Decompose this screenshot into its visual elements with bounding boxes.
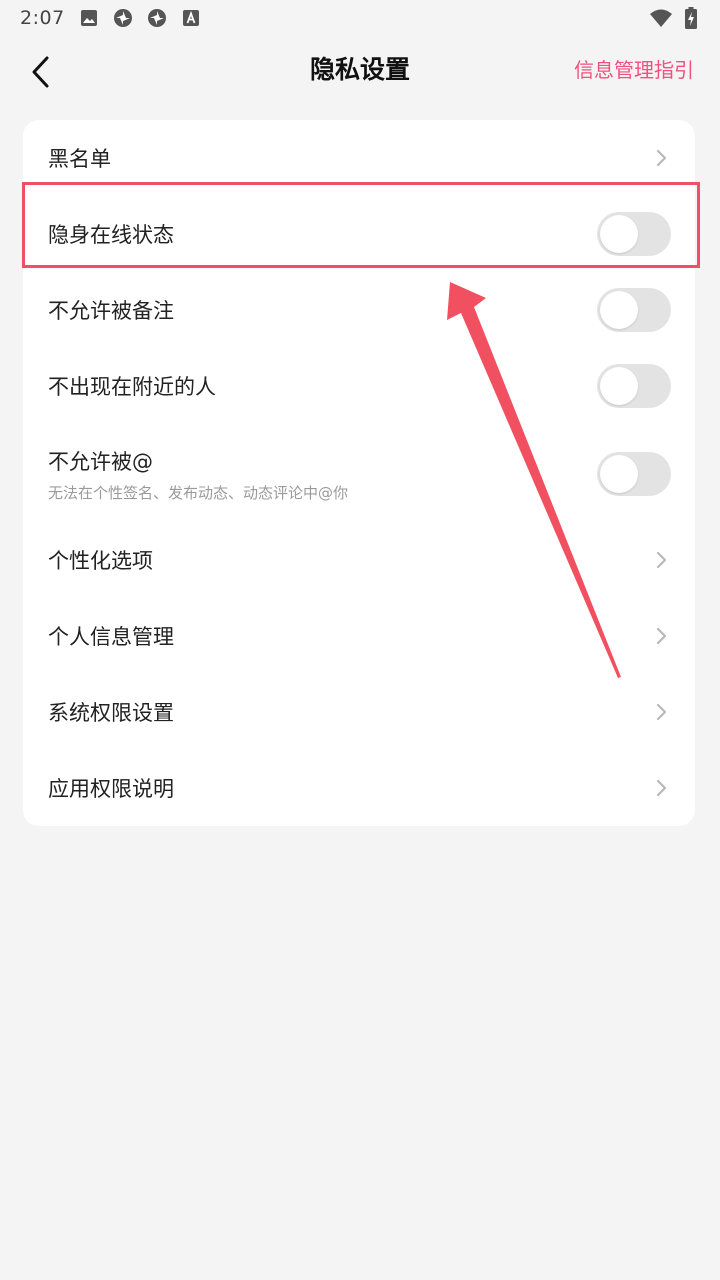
invisible-status-label: 隐身在线状态 (48, 223, 174, 247)
battery-charging-icon (684, 7, 698, 29)
no-mention-toggle[interactable] (597, 452, 671, 496)
toggle-knob (600, 291, 638, 329)
chevron-right-icon (655, 626, 669, 646)
text-a-icon (181, 8, 201, 28)
invisible-status-row: 隐身在线状态 (23, 196, 695, 272)
blacklist-row[interactable]: 黑名单 (23, 120, 695, 196)
system-permissions-row[interactable]: 系统权限设置 (23, 674, 695, 750)
no-remarks-row: 不允许被备注 (23, 272, 695, 348)
status-time: 2:07 (20, 7, 65, 29)
back-arrow-icon (32, 56, 49, 88)
personalization-row[interactable]: 个性化选项 (23, 522, 695, 598)
status-notification-icons (79, 8, 201, 28)
app-permissions-label: 应用权限说明 (48, 777, 174, 801)
chevron-right-icon (655, 702, 669, 722)
personal-info-row[interactable]: 个人信息管理 (23, 598, 695, 674)
app-header: 隐私设置 信息管理指引 (0, 36, 720, 104)
pinwheel-icon (113, 8, 133, 28)
status-bar: 2:07 (0, 0, 720, 36)
info-management-guide-link[interactable]: 信息管理指引 (574, 36, 694, 104)
no-mention-sublabel: 无法在个性签名、发布动态、动态评论中@你 (48, 483, 349, 502)
status-left: 2:07 (20, 7, 201, 29)
no-remarks-label: 不允许被备注 (48, 299, 174, 323)
no-mention-text: 不允许被@ 无法在个性签名、发布动态、动态评论中@你 (48, 446, 348, 503)
personal-info-label: 个人信息管理 (48, 625, 174, 649)
hide-nearby-toggle[interactable] (597, 364, 671, 408)
status-right (648, 7, 698, 29)
chevron-right-icon (655, 778, 669, 798)
pinwheel-icon (147, 8, 167, 28)
toggle-knob (600, 367, 638, 405)
image-icon (79, 8, 99, 28)
blacklist-label: 黑名单 (48, 147, 111, 171)
no-mention-label: 不允许被@ (48, 449, 153, 474)
system-permissions-label: 系统权限设置 (48, 701, 174, 725)
personalization-label: 个性化选项 (48, 549, 153, 573)
wifi-icon (648, 8, 674, 28)
toggle-knob (600, 455, 638, 493)
toggle-knob (600, 215, 638, 253)
no-mention-row: 不允许被@ 无法在个性签名、发布动态、动态评论中@你 (23, 424, 695, 524)
back-button[interactable] (22, 52, 58, 92)
privacy-settings-list: 黑名单 隐身在线状态 不允许被备注 不出现在附近的人 不允许被@ 无法在个性签名… (23, 120, 695, 826)
chevron-right-icon (655, 148, 669, 168)
app-permissions-row[interactable]: 应用权限说明 (23, 750, 695, 826)
no-remarks-toggle[interactable] (597, 288, 671, 332)
invisible-status-toggle[interactable] (597, 212, 671, 256)
chevron-right-icon (655, 550, 669, 570)
hide-nearby-row: 不出现在附近的人 (23, 348, 695, 424)
hide-nearby-label: 不出现在附近的人 (48, 375, 216, 399)
